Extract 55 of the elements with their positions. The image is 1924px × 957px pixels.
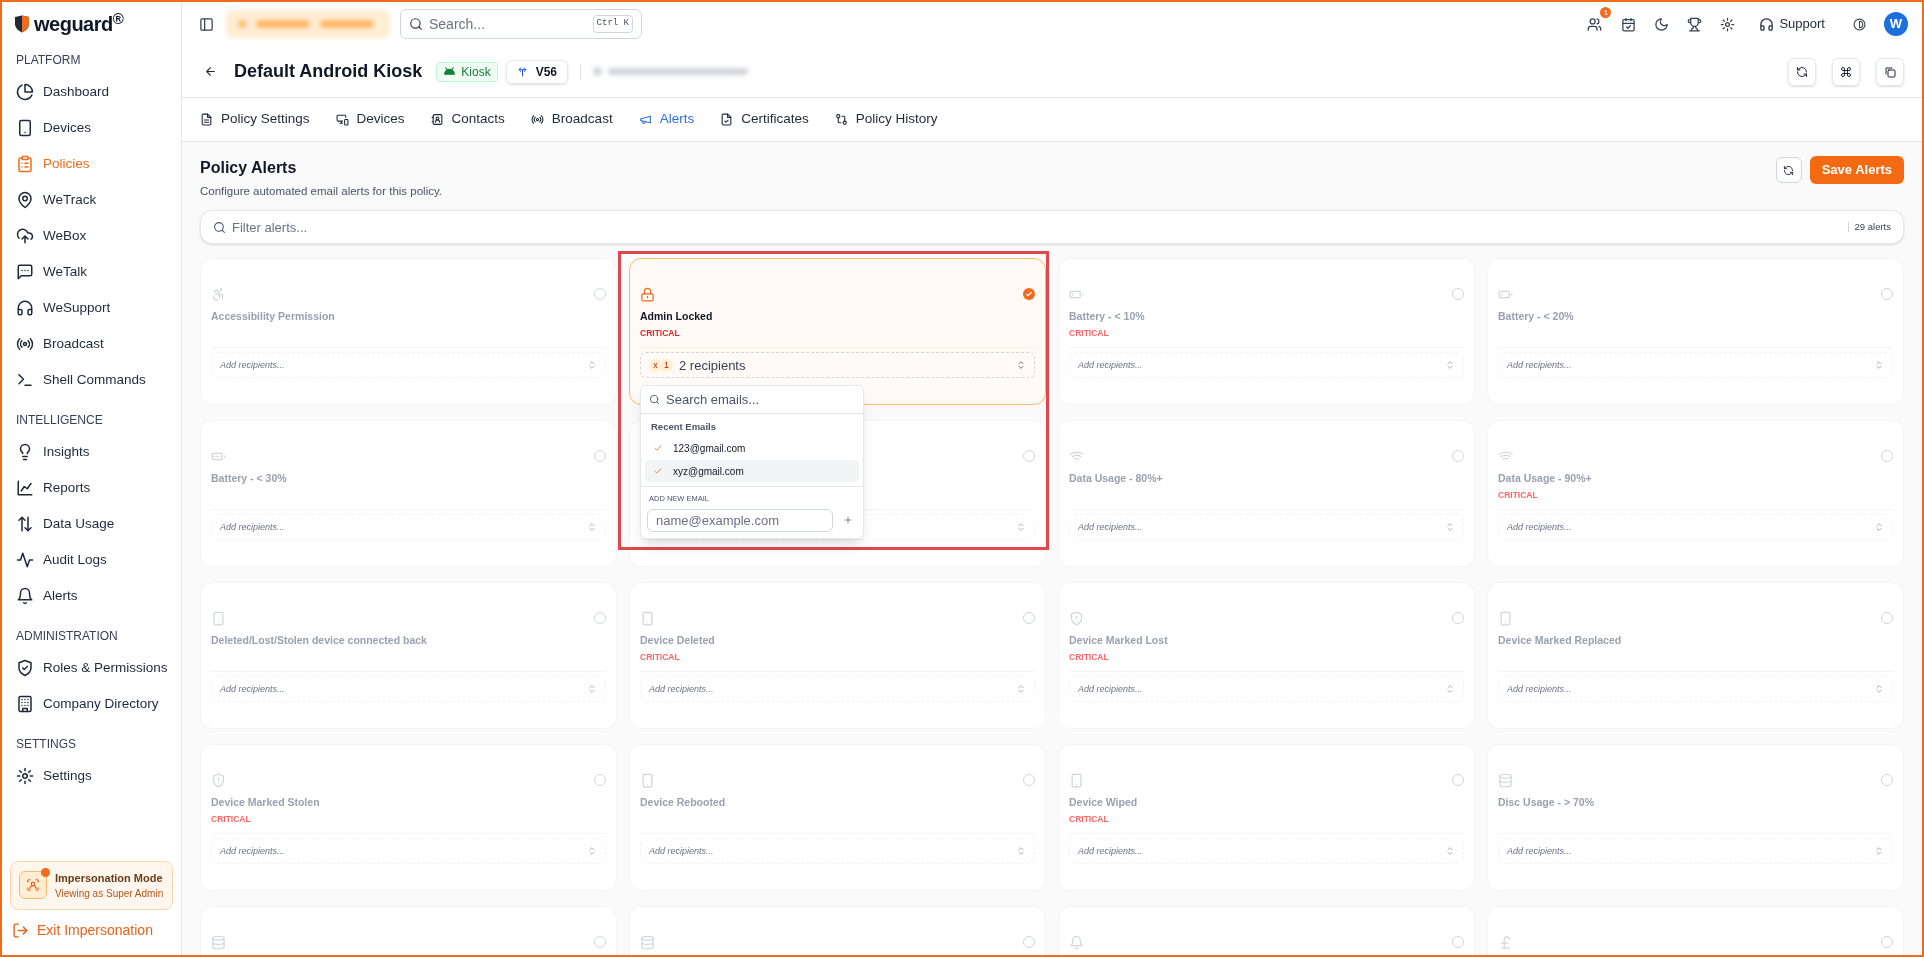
recipients-text: Add recipients...	[1507, 358, 1573, 372]
alert-title: Device Marked Lost	[1069, 633, 1169, 649]
alert-title: Device Deleted	[640, 633, 716, 649]
alert-title: Device Marked Replaced	[1498, 633, 1623, 649]
platform-badge: Kiosk	[436, 61, 498, 82]
policy-title: Default Android Kiosk	[234, 60, 423, 83]
section-subtitle: Configure automated email alerts for this policy.	[200, 184, 443, 199]
alert-count: 29 alerts	[1854, 220, 1891, 235]
recipient-avatar: 1	[660, 358, 673, 372]
list-heading: Recent Emails	[650, 420, 717, 435]
alert-title: Device Wiped	[1069, 795, 1139, 811]
notification-badge: 1	[1600, 7, 1612, 18]
section-title: Policy Alerts	[200, 158, 298, 178]
severity-label: CRITICAL	[1069, 651, 1110, 664]
alert-title: Battery - < 20%	[1498, 309, 1575, 325]
severity-label: CRITICAL	[640, 327, 681, 340]
recipients-text: Add recipients...	[220, 520, 286, 534]
impersonation-subtitle: Viewing as Super Admin	[55, 887, 164, 901]
section-heading: SETTINGS	[15, 736, 77, 753]
alert-title: Deleted/Lost/Stolen device connected back	[211, 633, 428, 649]
recipients-text: Add recipients...	[1507, 682, 1573, 696]
recipient-avatar: x	[649, 358, 662, 372]
recipients-text: Add recipients...	[1078, 844, 1144, 858]
version-badge: V56	[505, 59, 569, 84]
recipients-text: Add recipients...	[1078, 358, 1144, 372]
severity-label: CRITICAL	[640, 651, 681, 664]
severity-label: CRITICAL	[1069, 327, 1110, 340]
severity-label: CRITICAL	[1498, 489, 1539, 502]
alert-title: Battery - < 10%	[1069, 309, 1146, 325]
alert-title: Data Usage - 90%+	[1498, 471, 1593, 487]
logo-text: weguard$^{®}$	[34, 9, 124, 37]
section-heading: ADMINISTRATION	[15, 628, 119, 645]
recipients-text: Add recipients...	[649, 844, 715, 858]
alert-title: Disc Usage - > 70%	[1498, 795, 1595, 811]
recipients-text: Add recipients...	[1507, 520, 1573, 534]
recipients-text: Add recipients...	[220, 844, 286, 858]
alert-title: Admin Locked	[640, 309, 714, 325]
impersonation-title: Impersonation Mode	[55, 870, 164, 886]
recipients-text: Add recipients...	[1507, 844, 1573, 858]
alert-title: Device Rebooted	[640, 795, 727, 811]
section-heading: PLATFORM	[15, 52, 82, 69]
recipients-text: Add recipients...	[220, 682, 286, 696]
recipients-text: Add recipients...	[649, 682, 715, 696]
alert-title: Data Usage - 80%+	[1069, 471, 1164, 487]
alert-title: Device Marked Stolen	[211, 795, 321, 811]
severity-label: CRITICAL	[211, 813, 252, 826]
recipients-text: Add recipients...	[1078, 682, 1144, 696]
shortcut-hint: Ctrl K	[592, 15, 633, 33]
recipients-text: 2 recipients	[679, 356, 747, 375]
section-heading: INTELLIGENCE	[15, 412, 104, 429]
alert-title: Battery - < 30%	[211, 471, 288, 487]
alert-title: Accessibility Permission	[211, 309, 336, 325]
severity-label: CRITICAL	[1069, 813, 1110, 826]
recipients-text: Add recipients...	[220, 358, 286, 372]
recipients-text: Add recipients...	[1078, 520, 1144, 534]
